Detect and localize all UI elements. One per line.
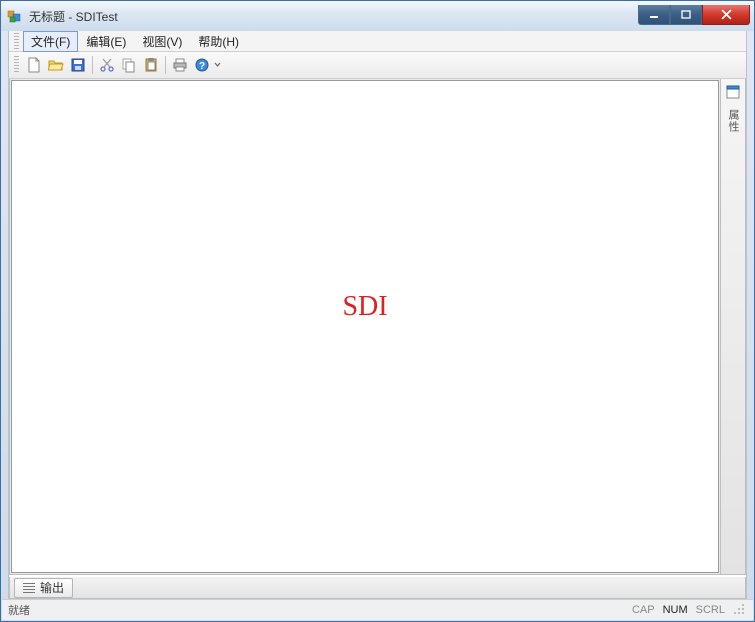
save-disk-icon	[70, 57, 86, 73]
side-pane-label[interactable]: 属性	[725, 109, 741, 133]
status-ready: 就绪	[8, 602, 30, 618]
open-button[interactable]	[45, 54, 67, 76]
print-icon	[172, 57, 188, 73]
copy-icon	[121, 57, 137, 73]
chevron-down-icon	[214, 59, 221, 71]
minimize-button[interactable]	[638, 5, 670, 25]
toolbar-grip[interactable]	[14, 56, 19, 74]
new-file-button[interactable]	[23, 54, 45, 76]
workspace: SDI 属性	[9, 78, 746, 575]
status-num: NUM	[659, 604, 692, 616]
output-bar: 输出	[9, 577, 746, 599]
help-button[interactable]: ?	[191, 54, 213, 76]
resize-grip[interactable]	[733, 603, 747, 617]
statusbar: 就绪 CAP NUM SCRL	[2, 599, 753, 620]
close-button[interactable]	[702, 5, 750, 25]
print-button[interactable]	[169, 54, 191, 76]
menu-help[interactable]: 帮助(H)	[190, 31, 247, 52]
document-content: SDI	[12, 81, 718, 572]
toolbar-separator	[92, 56, 93, 74]
window-title: 无标题 - SDITest	[29, 8, 118, 25]
titlebar[interactable]: 无标题 - SDITest	[1, 1, 754, 31]
document-center-text: SDI	[342, 291, 387, 323]
document-area[interactable]: SDI	[11, 80, 719, 573]
menubar-grip[interactable]	[14, 33, 19, 49]
toolbar-overflow[interactable]	[213, 59, 221, 71]
save-button[interactable]	[67, 54, 89, 76]
cut-button[interactable]	[96, 54, 118, 76]
side-pane-icon[interactable]	[724, 83, 742, 101]
menubar: 文件(F) 编辑(E) 视图(V) 帮助(H)	[9, 31, 746, 52]
help-icon: ?	[194, 57, 210, 73]
menu-edit[interactable]: 编辑(E)	[78, 31, 134, 52]
window-icon	[725, 84, 741, 100]
status-scrl: SCRL	[692, 604, 729, 616]
menu-view[interactable]: 视图(V)	[134, 31, 190, 52]
side-pane[interactable]: 属性	[720, 79, 745, 574]
output-lines-icon	[23, 583, 35, 593]
output-tab-label: 输出	[40, 579, 64, 596]
new-file-icon	[26, 57, 42, 73]
svg-text:?: ?	[199, 61, 205, 72]
copy-button[interactable]	[118, 54, 140, 76]
output-tab[interactable]: 输出	[14, 578, 73, 598]
toolbar: ?	[9, 52, 746, 79]
status-cap: CAP	[628, 604, 659, 616]
maximize-button[interactable]	[670, 5, 702, 25]
cut-scissors-icon	[99, 57, 115, 73]
app-icon	[7, 8, 23, 24]
window-controls	[638, 5, 750, 25]
toolbar-separator-2	[165, 56, 166, 74]
paste-icon	[143, 57, 159, 73]
open-folder-icon	[48, 57, 64, 73]
app-window: 无标题 - SDITest 文件(F) 编辑(E) 视图(V) 帮助(H)	[0, 0, 755, 622]
menu-file[interactable]: 文件(F)	[23, 31, 78, 52]
paste-button[interactable]	[140, 54, 162, 76]
